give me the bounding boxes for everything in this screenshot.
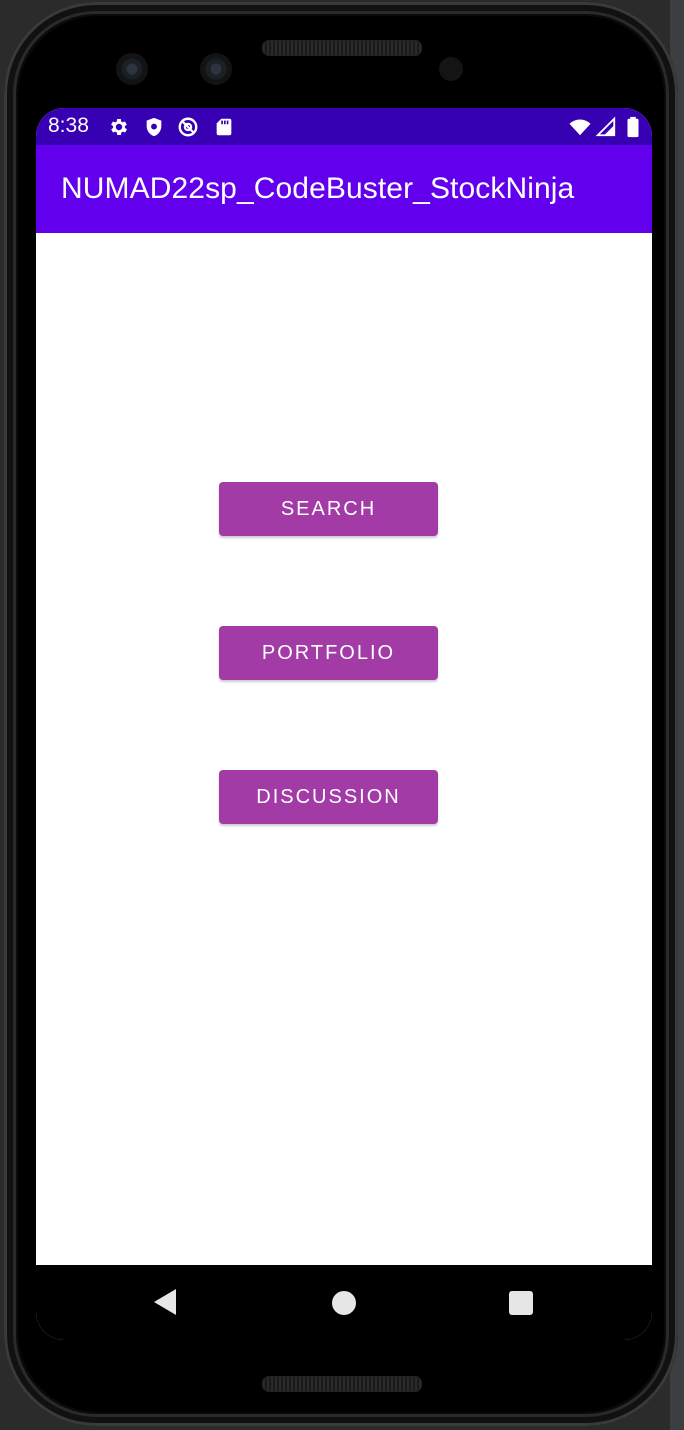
proximity-sensor <box>439 57 463 81</box>
discussion-button[interactable]: DISCUSSION <box>219 770 438 824</box>
status-time: 8:38 <box>48 114 89 137</box>
camera-lens-icon <box>116 53 148 85</box>
app-title: NUMAD22sp_CodeBuster_StockNinja <box>61 172 575 205</box>
main-content: SEARCH PORTFOLIO DISCUSSION <box>36 233 652 1265</box>
shield-icon <box>146 117 162 137</box>
bottom-speaker <box>262 1376 422 1392</box>
camera-lens-icon <box>200 53 232 85</box>
search-button[interactable]: SEARCH <box>219 482 438 536</box>
top-speaker <box>262 40 422 56</box>
navigation-bar <box>36 1265 652 1340</box>
phone-screen: 8:38 NUMAD22sp_CodeBuster_StockNinja SEA… <box>36 108 652 1340</box>
recents-icon[interactable] <box>509 1291 533 1315</box>
back-icon[interactable] <box>154 1289 176 1315</box>
status-bar: 8:38 <box>36 108 652 145</box>
cell-signal-icon <box>595 116 616 137</box>
at-sign-icon <box>178 117 198 137</box>
app-bar: NUMAD22sp_CodeBuster_StockNinja <box>36 145 652 233</box>
settings-gear-icon <box>111 119 127 135</box>
sd-card-icon <box>216 118 232 136</box>
wifi-icon <box>569 119 591 136</box>
home-icon[interactable] <box>332 1291 356 1315</box>
portfolio-button[interactable]: PORTFOLIO <box>219 626 438 680</box>
battery-icon <box>627 116 639 138</box>
